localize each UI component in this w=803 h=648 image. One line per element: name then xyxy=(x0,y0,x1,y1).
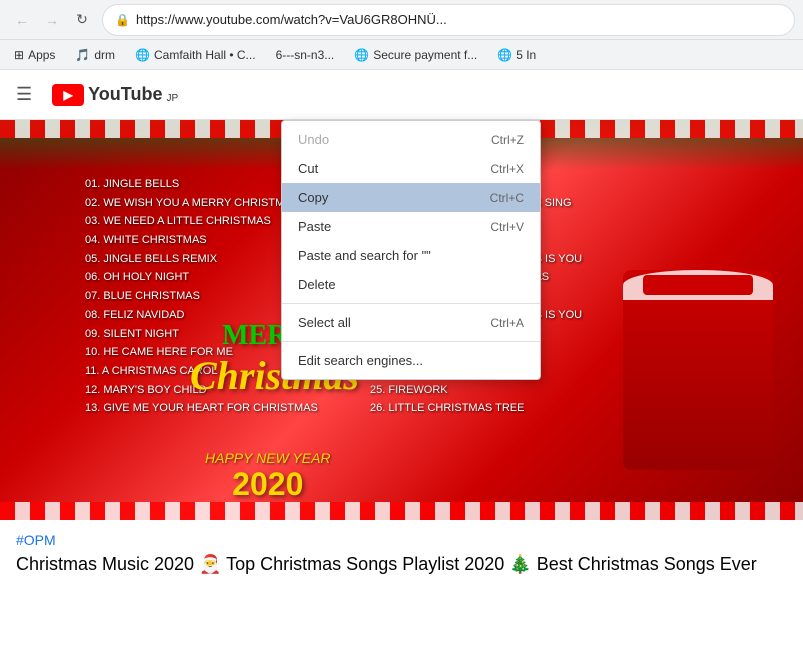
video-tag[interactable]: #OPM xyxy=(16,532,787,548)
back-button[interactable]: ← xyxy=(8,6,36,34)
bookmark-4[interactable]: 6---sn-n3... xyxy=(270,46,341,64)
menu-separator-1 xyxy=(282,303,540,304)
menu-undo-shortcut: Ctrl+Z xyxy=(491,133,524,147)
song-26: 26. LITTLE CHRISTMAS TREE xyxy=(370,399,582,418)
bookmark-apps-label: Apps xyxy=(28,48,55,62)
browser-toolbar: ← → ↻ 🔒 xyxy=(0,0,803,40)
menu-cut-label: Cut xyxy=(298,161,318,176)
bookmark-5[interactable]: 🌐 Secure payment f... xyxy=(348,46,483,64)
bookmark-drm-label: drm xyxy=(94,48,115,62)
refresh-button[interactable]: ↻ xyxy=(68,6,96,34)
gift-bag xyxy=(623,270,773,470)
bookmark-6[interactable]: 🌐 5 In xyxy=(491,46,542,64)
menu-select-all[interactable]: Select all Ctrl+A xyxy=(282,308,540,337)
play-icon: ▶ xyxy=(64,88,73,102)
menu-paste-search[interactable]: Paste and search for "" xyxy=(282,241,540,270)
menu-copy-shortcut: Ctrl+C xyxy=(490,191,524,205)
context-menu: Undo Ctrl+Z Cut Ctrl+X Copy Ctrl+C Paste… xyxy=(281,120,541,380)
bookmark-drm[interactable]: 🎵 drm xyxy=(69,46,121,64)
song-13: 13. GIVE ME YOUR HEART FOR CHRISTMAS xyxy=(85,399,318,418)
bookmark-camfaith-label: Camfaith Hall • C... xyxy=(154,48,256,62)
menu-select-all-shortcut: Ctrl+A xyxy=(490,316,524,330)
bookmark-camfaith[interactable]: 🌐 Camfaith Hall • C... xyxy=(129,46,262,64)
menu-cut[interactable]: Cut Ctrl+X xyxy=(282,154,540,183)
apps-icon: ⊞ xyxy=(14,48,24,62)
menu-paste[interactable]: Paste Ctrl+V xyxy=(282,212,540,241)
menu-edit-engines-label: Edit search engines... xyxy=(298,353,423,368)
video-title: Christmas Music 2020 🎅 Top Christmas Son… xyxy=(16,552,787,577)
menu-paste-label: Paste xyxy=(298,219,331,234)
forward-button[interactable]: → xyxy=(38,6,66,34)
menu-delete[interactable]: Delete xyxy=(282,270,540,299)
menu-copy-label: Copy xyxy=(298,190,328,205)
menu-edit-engines[interactable]: Edit search engines... xyxy=(282,346,540,375)
globe-icon-2: 🌐 xyxy=(354,48,369,62)
bookmark-apps[interactable]: ⊞ Apps xyxy=(8,46,61,64)
candy-bottom xyxy=(0,502,803,520)
menu-cut-shortcut: Ctrl+X xyxy=(490,162,524,176)
globe-icon-1: 🌐 xyxy=(135,48,150,62)
youtube-logo-icon: ▶ xyxy=(52,84,84,106)
menu-copy[interactable]: Copy Ctrl+C xyxy=(282,183,540,212)
bookmark-4-label: 6---sn-n3... xyxy=(276,48,335,62)
nav-buttons: ← → ↻ xyxy=(8,6,96,34)
menu-delete-label: Delete xyxy=(298,277,336,292)
address-bar-container[interactable]: 🔒 xyxy=(102,4,795,36)
globe-icon-3: 🌐 xyxy=(497,48,512,62)
video-description: #OPM Christmas Music 2020 🎅 Top Christma… xyxy=(0,520,803,589)
youtube-logo-suffix: JP xyxy=(166,93,178,104)
menu-separator-2 xyxy=(282,341,540,342)
youtube-logo-text: YouTube xyxy=(88,84,162,105)
song-25: 25. FIREWORK xyxy=(370,381,582,400)
menu-icon[interactable]: ☰ xyxy=(16,84,32,105)
bookmark-5-label: Secure payment f... xyxy=(373,48,477,62)
bookmark-6-label: 5 In xyxy=(516,48,536,62)
lock-icon: 🔒 xyxy=(115,13,130,27)
main-content: 01. JINGLE BELLS 02. WE WISH YOU A MERRY… xyxy=(0,120,803,589)
menu-undo-label: Undo xyxy=(298,132,329,147)
bookmarks-bar: ⊞ Apps 🎵 drm 🌐 Camfaith Hall • C... 6---… xyxy=(0,40,803,70)
menu-undo[interactable]: Undo Ctrl+Z xyxy=(282,125,540,154)
menu-select-all-label: Select all xyxy=(298,315,351,330)
youtube-logo[interactable]: ▶ YouTube JP xyxy=(52,84,178,106)
menu-paste-search-label: Paste and search for "" xyxy=(298,248,431,263)
menu-paste-shortcut: Ctrl+V xyxy=(490,220,524,234)
music-icon: 🎵 xyxy=(75,48,90,62)
youtube-header: ☰ ▶ YouTube JP xyxy=(0,70,803,120)
new-year-2020: HAPPY NEW YEAR 2020 xyxy=(205,450,331,503)
address-input[interactable] xyxy=(136,12,782,27)
